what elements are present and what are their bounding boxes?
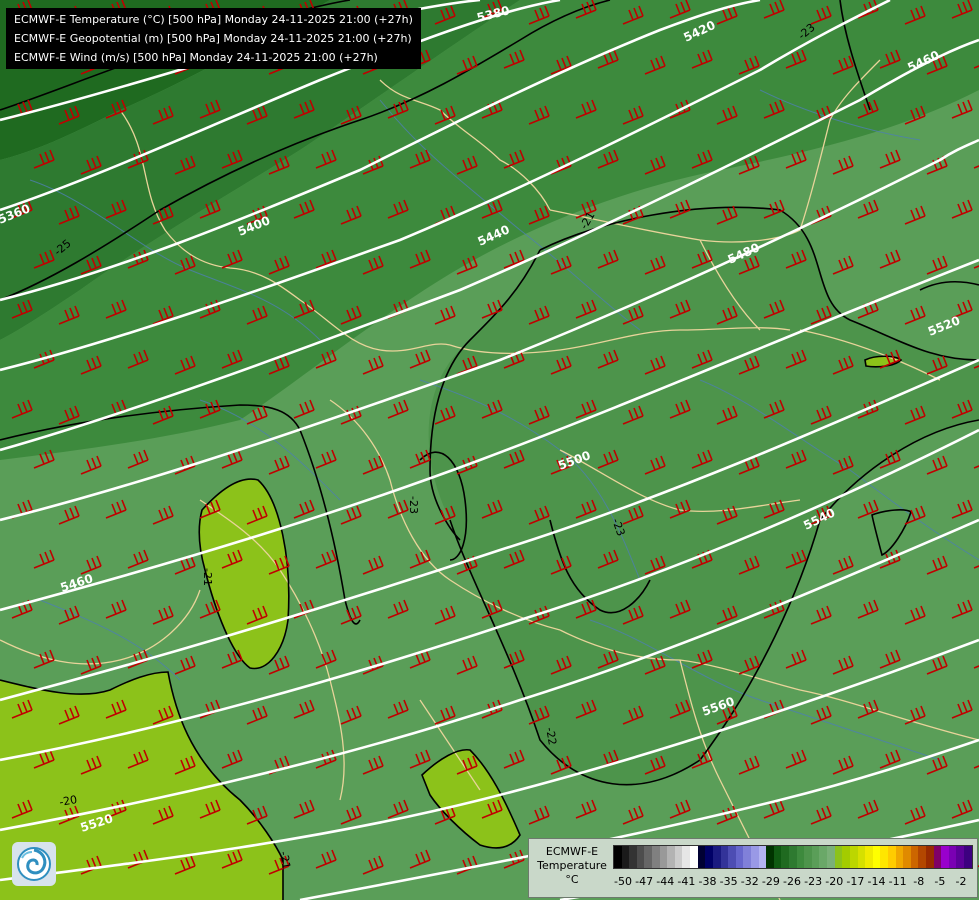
legend-swatch [918, 846, 926, 868]
legend-swatch [925, 846, 934, 868]
legend-tick-label: -5 [934, 875, 946, 888]
legend-tick-label: -23 [804, 875, 823, 888]
legend-swatch [766, 846, 774, 868]
legend-title-model: ECMWF-E [545, 845, 599, 858]
legend-swatch [857, 846, 866, 868]
temperature-legend: ECMWF-E Temperature °C -50 -47 -44 -41 -38 -3… [528, 838, 978, 898]
legend-swatch [903, 846, 911, 868]
legend-swatch [697, 846, 706, 868]
legend-swatch [728, 846, 736, 868]
isotherm-label: -21 [201, 568, 214, 586]
swirl-icon [17, 847, 51, 881]
header-line-wind: ECMWF-E Wind (m/s) [500 hPa] Monday 24-1… [14, 51, 378, 64]
legend-swatch [872, 846, 881, 868]
legend-swatch [781, 846, 790, 868]
legend-swatch [910, 846, 919, 868]
legend-swatch [842, 846, 850, 868]
legend-swatch [804, 846, 812, 868]
legend-swatch [834, 846, 843, 868]
legend-tick-label: -20 [825, 875, 844, 888]
legend-tick-label: -35 [719, 875, 738, 888]
legend-swatch [956, 846, 965, 868]
legend-tick-label: -14 [867, 875, 886, 888]
legend-swatch [796, 846, 805, 868]
legend-swatch [735, 846, 744, 868]
legend-swatch [789, 846, 797, 868]
legend-tick-label: -26 [783, 875, 801, 888]
legend-tick-label: -38 [698, 875, 717, 888]
legend-swatch [629, 846, 637, 868]
legend-swatch [811, 846, 820, 868]
legend-swatch [636, 846, 645, 868]
legend-tick-label: -8 [913, 875, 925, 888]
legend-swatch [750, 846, 759, 868]
legend-swatch [659, 846, 668, 868]
legend-swatch [690, 846, 698, 868]
legend-swatch [705, 846, 713, 868]
legend-swatch [652, 846, 660, 868]
legend-swatch [819, 846, 828, 868]
legend-tick-label: -11 [888, 875, 907, 888]
legend-tick-label: -29 [761, 875, 780, 888]
weather-map[interactable]: 5380 5360 5400 5420 5440 5460 5460 5480 … [0, 0, 979, 900]
legend-title-unit: °C [565, 873, 579, 886]
map-canvas[interactable]: 5380 5360 5400 5420 5440 5460 5460 5480 … [0, 0, 979, 900]
legend-swatch [941, 846, 949, 868]
legend-tick-label: -47 [635, 875, 654, 888]
legend-swatch [964, 846, 972, 868]
legend-swatch [682, 846, 691, 868]
legend-swatch [712, 846, 721, 868]
legend-swatch [827, 846, 835, 868]
header-line-temperature: ECMWF-E Temperature (°C) [500 hPa] Monda… [14, 13, 413, 26]
legend-swatch [614, 846, 622, 868]
legend-tick-label: -44 [656, 875, 675, 888]
legend-color-bar [613, 845, 973, 869]
legend-swatch [621, 846, 630, 868]
legend-swatch [773, 846, 782, 868]
legend-ticks: -50 -47 -44 -41 -38 -35 -32 -29 -26 -23 -20 -17 -14-… [613, 875, 971, 891]
legend-tick-label: -50 [614, 875, 632, 888]
legend-tick-label: -17 [846, 875, 865, 888]
legend-swatch [674, 846, 683, 868]
legend-swatch [758, 846, 767, 868]
legend-swatch [895, 846, 904, 868]
legend-tick-label: -41 [677, 875, 696, 888]
isotherm-label: -23 [407, 496, 420, 514]
legend-swatch [644, 846, 653, 868]
legend-tick-label: -32 [740, 875, 759, 888]
legend-swatch [849, 846, 858, 868]
legend-tick-label: -2 [955, 875, 967, 888]
legend-title-variable: Temperature [537, 859, 607, 872]
legend-swatch [667, 846, 675, 868]
legend-swatch [880, 846, 888, 868]
legend-swatch [948, 846, 957, 868]
legend-swatch [720, 846, 729, 868]
legend-swatch [933, 846, 942, 868]
header-line-geopotential: ECMWF-E Geopotential (m) [500 hPa] Monda… [14, 32, 412, 45]
provider-logo [12, 842, 56, 886]
legend-swatch [743, 846, 751, 868]
map-header: ECMWF-E Temperature (°C) [500 hPa] Monda… [6, 8, 421, 69]
legend-title: ECMWF-E Temperature °C [533, 845, 611, 887]
legend-swatch [887, 846, 896, 868]
legend-swatch [865, 846, 873, 868]
